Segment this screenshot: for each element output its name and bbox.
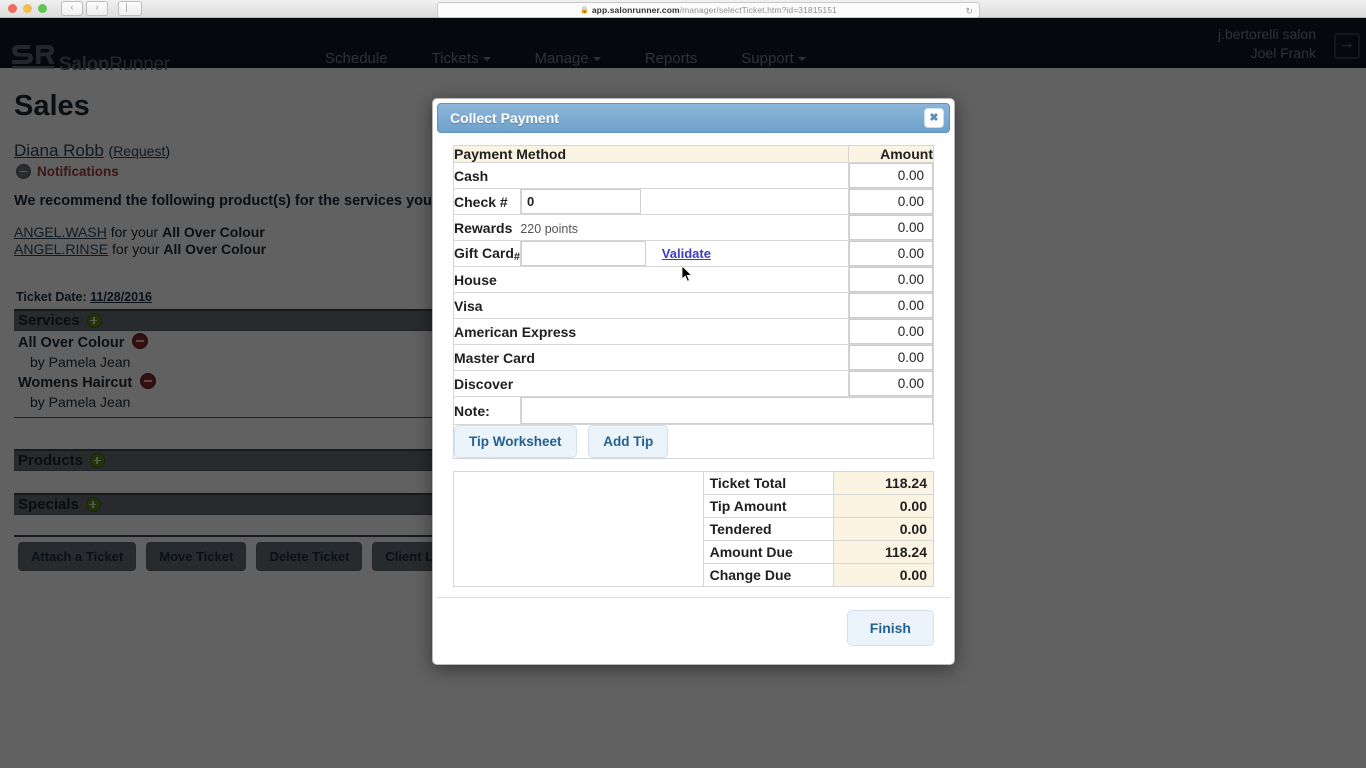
method-label-visa: Visa <box>454 293 849 319</box>
amount-input-discover[interactable] <box>849 371 933 396</box>
finish-button[interactable]: Finish <box>847 610 934 646</box>
window-traffic-lights <box>0 4 47 13</box>
table-row: Ticket Total 118.24 <box>454 472 934 495</box>
maximize-window-button[interactable] <box>38 4 47 13</box>
header-amount: Amount <box>849 146 934 163</box>
url-text: app.salonrunner.com/manager/selectTicket… <box>592 5 837 15</box>
check-number-input[interactable] <box>521 189 641 214</box>
table-header-row: Payment Method Amount <box>454 146 934 163</box>
total-value-tendered: 0.00 <box>834 518 934 541</box>
total-label-change-due: Change Due <box>703 564 834 587</box>
close-icon[interactable]: ✖ <box>925 109 943 127</box>
lock-icon: 🔒 <box>580 6 589 14</box>
amount-cell <box>849 345 934 371</box>
browser-chrome: ‹ › 🔒 app.salonrunner.com/manager/select… <box>0 0 1366 18</box>
method-label-american-express: American Express <box>454 319 849 345</box>
amount-input-check[interactable] <box>849 189 933 214</box>
validate-link[interactable]: Validate <box>662 246 711 261</box>
note-input[interactable] <box>521 397 933 424</box>
method-label-discover: Discover <box>454 371 849 397</box>
tip-buttons-cell: Tip Worksheet Add Tip <box>454 425 934 459</box>
total-value-change-due: 0.00 <box>834 564 934 587</box>
total-value-tip-amount: 0.00 <box>834 495 934 518</box>
table-row: Check # <box>454 189 934 215</box>
amount-cell <box>849 319 934 345</box>
header-payment-method: Payment Method <box>454 146 849 163</box>
table-row: Master Card <box>454 345 934 371</box>
amount-cell <box>849 293 934 319</box>
note-row: Note: <box>454 397 934 425</box>
address-bar[interactable]: 🔒 app.salonrunner.com/manager/selectTick… <box>437 2 980 18</box>
method-label-master-card: Master Card <box>454 345 849 371</box>
note-label: Note: <box>454 397 521 425</box>
amount-input-gift-card[interactable] <box>849 241 933 266</box>
modal-body: Payment Method Amount Cash Check # <box>437 133 950 597</box>
check-number-cell <box>521 189 849 215</box>
sidebar-toggle-icon[interactable] <box>118 1 142 16</box>
gift-card-label: Gift Card <box>454 245 514 261</box>
table-row: Rewards 220 points <box>454 215 934 241</box>
table-row: Visa <box>454 293 934 319</box>
modal-title: Collect Payment <box>450 110 559 126</box>
method-label-rewards: Rewards 220 points <box>454 215 849 241</box>
total-label-ticket-total: Ticket Total <box>703 472 834 495</box>
back-icon[interactable]: ‹ <box>61 1 83 16</box>
close-window-button[interactable] <box>8 4 17 13</box>
collect-payment-modal: Collect Payment ✖ Payment Method Amount … <box>432 98 955 665</box>
amount-input-visa[interactable] <box>849 293 933 318</box>
hash-symbol: # <box>514 251 520 263</box>
method-label-check: Check # <box>454 189 521 215</box>
amount-cell <box>849 163 934 189</box>
method-label-gift-card: Gift Card# <box>454 241 521 267</box>
amount-cell <box>849 371 934 397</box>
browser-nav-buttons: ‹ › <box>47 1 108 16</box>
note-cell <box>521 397 934 425</box>
amount-cell <box>849 267 934 293</box>
amount-input-master-card[interactable] <box>849 345 933 370</box>
minimize-window-button[interactable] <box>23 4 32 13</box>
total-label-tip-amount: Tip Amount <box>703 495 834 518</box>
rewards-label: Rewards <box>454 220 512 236</box>
url-path: /manager/selectTicket.htm?id=31815151 <box>680 5 837 15</box>
table-row: Cash <box>454 163 934 189</box>
amount-input-house[interactable] <box>849 267 933 292</box>
reload-icon[interactable]: ↻ <box>965 6 973 17</box>
amount-input-cash[interactable] <box>849 163 933 188</box>
url-host: app.salonrunner.com <box>592 5 680 15</box>
table-row: American Express <box>454 319 934 345</box>
modal-footer: Finish <box>437 597 950 660</box>
table-row: House <box>454 267 934 293</box>
tip-buttons-row: Tip Worksheet Add Tip <box>454 425 934 459</box>
amount-cell <box>849 189 934 215</box>
method-label-cash: Cash <box>454 163 849 189</box>
amount-input-rewards[interactable] <box>849 215 933 240</box>
table-row: Gift Card# Validate <box>454 241 934 267</box>
rewards-points: 220 points <box>520 222 578 236</box>
total-label-tendered: Tendered <box>703 518 834 541</box>
totals-table: Ticket Total 118.24 Tip Amount 0.00 Tend… <box>453 471 934 587</box>
amount-input-american-express[interactable] <box>849 319 933 344</box>
totals-spacer <box>454 472 704 587</box>
total-value-amount-due: 118.24 <box>834 541 934 564</box>
forward-icon[interactable]: › <box>86 1 108 16</box>
amount-cell <box>849 241 934 267</box>
table-row: Discover <box>454 371 934 397</box>
gift-card-number-input[interactable] <box>521 241 646 266</box>
total-label-amount-due: Amount Due <box>703 541 834 564</box>
amount-cell <box>849 215 934 241</box>
modal-header: Collect Payment ✖ <box>437 103 950 133</box>
payment-method-table: Payment Method Amount Cash Check # <box>453 145 934 459</box>
total-value-ticket-total: 118.24 <box>834 472 934 495</box>
add-tip-button[interactable]: Add Tip <box>588 425 668 458</box>
gift-card-cell: Validate <box>521 241 849 267</box>
tip-worksheet-button[interactable]: Tip Worksheet <box>454 425 577 458</box>
method-label-house: House <box>454 267 849 293</box>
